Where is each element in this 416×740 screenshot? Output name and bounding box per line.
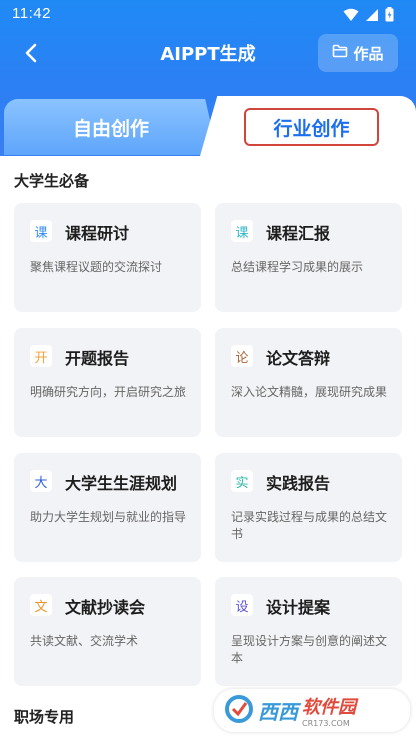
tab-industry-creation[interactable]: 行业创作	[244, 108, 379, 146]
signal-icon	[365, 7, 379, 26]
template-card[interactable]: 论 论文答辩 深入论文精髓，展现研究成果	[215, 328, 402, 437]
card-badge: 设	[231, 594, 253, 616]
card-title: 实践报告	[266, 474, 331, 493]
template-card[interactable]: 设 设计提案 呈现设计方案与创意的阐述文本	[215, 577, 402, 686]
status-time: 11:42	[12, 5, 51, 22]
card-badge: 实	[231, 470, 253, 492]
card-description: 深入论文精髓，展现研究成果	[231, 385, 388, 399]
template-list: 大学生必备 课 课程研讨 聚焦课程议题的交流探讨 课 课程汇报 总结课程学习成果…	[0, 156, 416, 740]
card-badge: 大	[30, 470, 52, 492]
folder-icon	[332, 44, 348, 62]
template-card[interactable]: 开 开题报告 明确研究方向，开启研究之旅	[14, 328, 201, 437]
card-title: 课程研讨	[65, 224, 130, 243]
section-title-workplace: 职场专用	[14, 708, 75, 726]
site-watermark: 西西 软件园 CR173.COM	[214, 689, 410, 732]
section-title-college: 大学生必备	[14, 172, 90, 190]
card-title: 大学生生涯规划	[65, 474, 178, 493]
template-card[interactable]: 课 课程研讨 聚焦课程议题的交流探讨	[14, 203, 201, 312]
watermark-url: CR173.COM	[302, 719, 350, 728]
card-title: 文献抄读会	[65, 598, 146, 617]
status-bar: 11:42	[0, 0, 416, 30]
app-header: AIPPT生成 作品	[0, 30, 416, 80]
template-card[interactable]: 大 大学生生涯规划 助力大学生规划与就业的指导	[14, 453, 201, 562]
works-button-label: 作品	[353, 44, 384, 63]
card-description: 共读文献、交流学术	[30, 634, 139, 648]
card-description: 聚焦课程议题的交流探讨	[30, 260, 163, 274]
card-title: 课程汇报	[266, 224, 331, 243]
card-description: 总结课程学习成果的展示	[231, 260, 364, 274]
tab-free-creation[interactable]: 自由创作	[4, 99, 218, 155]
card-badge: 开	[30, 345, 52, 367]
status-icons	[343, 7, 394, 26]
watermark-text: 软件园 CR173.COM	[302, 693, 356, 728]
template-card[interactable]: 课 课程汇报 总结课程学习成果的展示	[215, 203, 402, 312]
template-card[interactable]: 实 实践报告 记录实践过程与成果的总结文书	[215, 453, 402, 562]
card-badge: 课	[30, 220, 52, 242]
watermark-logo-icon	[224, 694, 254, 728]
card-badge: 文	[30, 594, 52, 616]
card-description: 呈现设计方案与创意的阐述文本	[231, 634, 388, 665]
template-card[interactable]: 文 文献抄读会 共读文献、交流学术	[14, 577, 201, 686]
watermark-name: 软件园	[302, 697, 356, 718]
card-description: 记录实践过程与成果的总结文书	[231, 510, 388, 541]
works-button[interactable]: 作品	[318, 34, 398, 72]
card-title: 开题报告	[65, 349, 130, 368]
watermark-main: 西西	[258, 700, 298, 724]
card-description: 明确研究方向，开启研究之旅	[30, 385, 187, 399]
battery-icon	[385, 7, 394, 26]
wifi-icon	[343, 7, 359, 26]
card-title: 论文答辩	[266, 349, 331, 368]
card-badge: 课	[231, 220, 253, 242]
card-description: 助力大学生规划与就业的指导	[30, 510, 187, 524]
card-title: 设计提案	[266, 598, 331, 617]
card-badge: 论	[231, 345, 253, 367]
